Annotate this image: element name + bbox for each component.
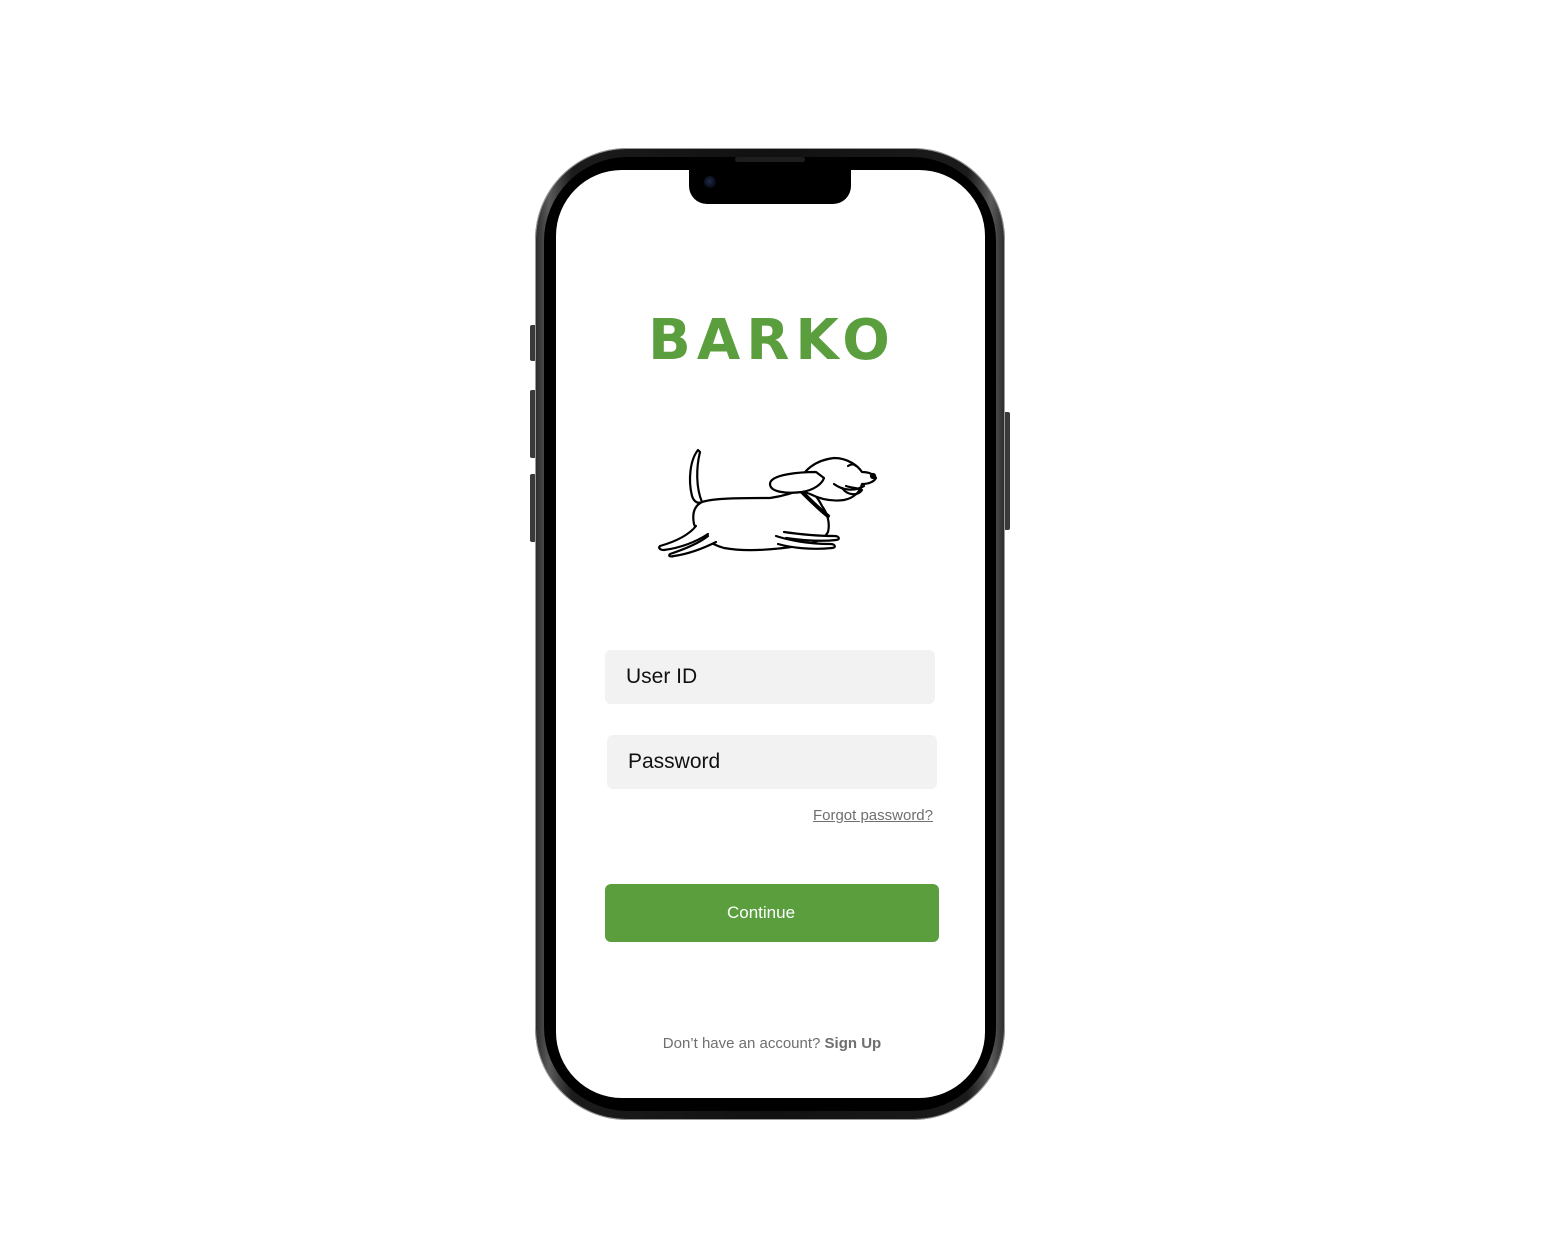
earpiece-speaker (735, 157, 805, 162)
brand-title: BARKO (648, 308, 896, 373)
stage: BARKO Forgot password? Continue Don’t ha… (0, 0, 1549, 1247)
running-dachshund-icon (658, 448, 878, 558)
continue-button[interactable]: Continue (605, 884, 939, 942)
password-input[interactable] (607, 735, 937, 789)
forgot-password-link[interactable]: Forgot password? (780, 807, 933, 824)
no-account-text: Don’t have an account? (662, 1035, 825, 1052)
signup-prompt: Don’t have an account? Sign Up (556, 1035, 988, 1052)
front-camera-icon (704, 176, 716, 188)
sign-up-link[interactable]: Sign Up (825, 1035, 882, 1052)
user-id-input[interactable] (605, 650, 935, 704)
